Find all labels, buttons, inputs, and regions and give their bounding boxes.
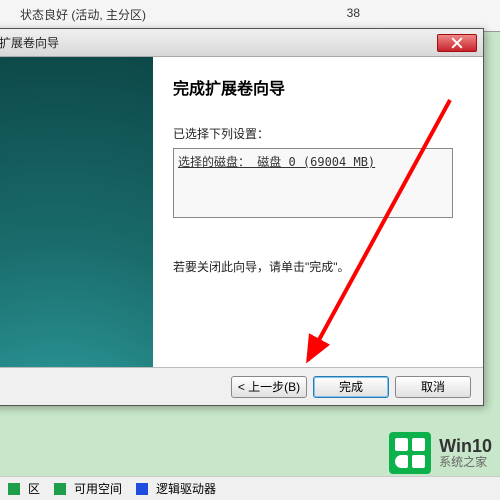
hint-text: 若要关闭此向导，请单击"完成"。: [173, 258, 463, 275]
legend-swatch-3: [136, 483, 148, 495]
watermark: Win10 系统之家: [389, 432, 492, 474]
watermark-logo: [389, 432, 431, 474]
legend-bar: 区 可用空间 逻辑驱动器: [0, 476, 500, 500]
dialog-title: 扩展卷向导: [0, 34, 59, 51]
watermark-text: Win10 系统之家: [439, 437, 492, 470]
legend-swatch-2: [54, 483, 66, 495]
partition-number: 38: [347, 6, 360, 20]
legend-label-2: 可用空间: [74, 480, 122, 497]
page-title: 完成扩展卷向导: [173, 75, 463, 99]
settings-listbox[interactable]: 选择的磁盘： 磁盘 0 (69004 MB): [173, 148, 453, 218]
wizard-left-pane: [0, 57, 153, 405]
dialog-body: 完成扩展卷向导 已选择下列设置： 选择的磁盘： 磁盘 0 (69004 MB) …: [0, 57, 483, 405]
legend-label-3: 逻辑驱动器: [156, 480, 216, 497]
list-item: 选择的磁盘： 磁盘 0 (69004 MB): [178, 153, 448, 170]
close-icon: [451, 37, 463, 49]
selected-label: 已选择下列设置：: [173, 125, 463, 142]
wizard-dialog: 扩展卷向导 完成扩展卷向导 已选择下列设置： 选择的磁盘： 磁盘 0 (6900…: [0, 28, 484, 406]
button-row: < 上一步(B) 完成 取消: [0, 367, 483, 405]
watermark-line2: 系统之家: [439, 456, 492, 469]
watermark-line1: Win10: [439, 437, 492, 457]
partition-status: 状态良好 (活动, 主分区): [20, 8, 146, 22]
wizard-right-pane: 完成扩展卷向导 已选择下列设置： 选择的磁盘： 磁盘 0 (69004 MB) …: [153, 57, 483, 405]
close-button[interactable]: [437, 34, 477, 52]
cancel-button[interactable]: 取消: [395, 376, 471, 398]
finish-button[interactable]: 完成: [313, 376, 389, 398]
legend-swatch-1: [8, 483, 20, 495]
titlebar: 扩展卷向导: [0, 29, 483, 57]
legend-label-1: 区: [28, 480, 40, 497]
back-button[interactable]: < 上一步(B): [231, 376, 307, 398]
